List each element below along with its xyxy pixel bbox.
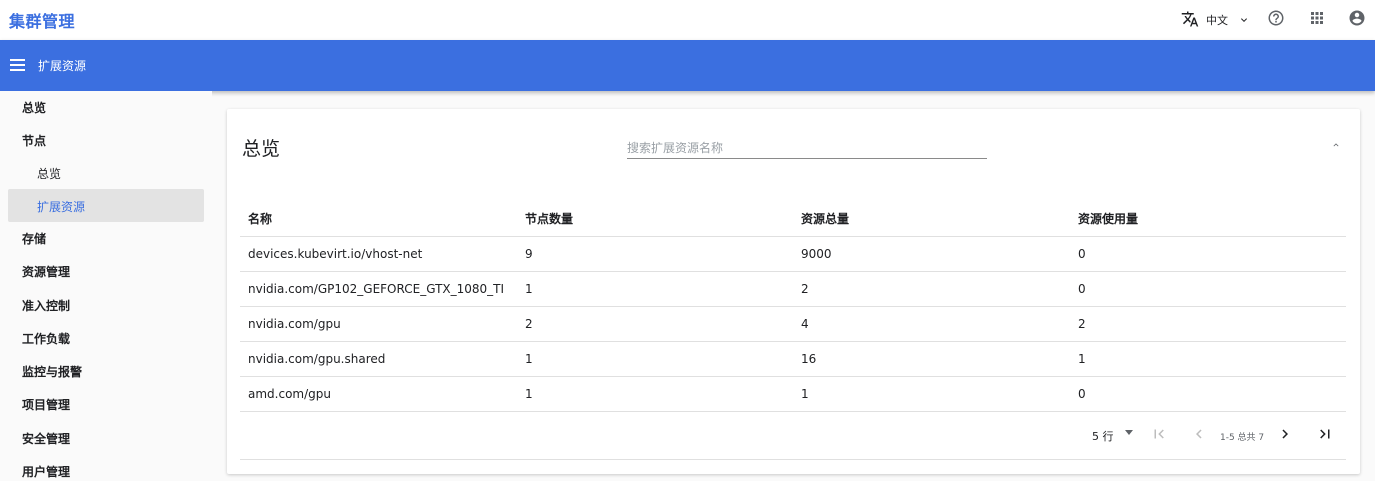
sidebar: 总览 节点 总览 扩展资源 存储 资源管理 准入控制 工作负载 监控与报警 项目…: [0, 91, 212, 481]
last-page-icon[interactable]: [1315, 425, 1335, 443]
sidebar-item-label: 安全管理: [22, 432, 71, 446]
page-title: 扩展资源: [38, 59, 87, 73]
apps-grid-icon[interactable]: [1308, 9, 1326, 27]
divider: [240, 459, 1346, 460]
cell-usage: 2: [1070, 306, 1346, 342]
cell-name: nvidia.com/gpu.shared: [240, 341, 517, 377]
cell-name: nvidia.com/GP102_GEFORCE_GTX_1080_TI: [240, 271, 517, 307]
cell-usage: 0: [1070, 376, 1346, 412]
pagination: 5 行 1-5 总共 7: [227, 419, 1360, 449]
sidebar-item-label: 用户管理: [22, 465, 71, 479]
cell-total: 1: [793, 376, 1070, 412]
language-label: 中文: [1206, 14, 1228, 27]
cell-node-count: 1: [517, 376, 793, 412]
cell-total: 16: [793, 341, 1070, 377]
sidebar-item-label: 准入控制: [22, 299, 71, 313]
resources-table: 名称 节点数量 资源总量 资源使用量 devices.kubevirt.io/v…: [240, 201, 1346, 412]
column-header-node-count[interactable]: 节点数量: [517, 201, 793, 237]
first-page-icon[interactable]: [1149, 425, 1169, 443]
table-header-row: 名称 节点数量 资源总量 资源使用量: [240, 201, 1346, 237]
sidebar-item-label: 总览: [37, 167, 62, 181]
cell-node-count: 1: [517, 341, 793, 377]
column-header-total[interactable]: 资源总量: [793, 201, 1070, 237]
cell-node-count: 2: [517, 306, 793, 342]
sidebar-item-label: 节点: [22, 134, 47, 148]
column-header-name[interactable]: 名称: [240, 201, 517, 237]
cell-total: 4: [793, 306, 1070, 342]
table-row[interactable]: nvidia.com/gpu.shared 1 16 1: [240, 341, 1346, 377]
previous-page-icon[interactable]: [1189, 425, 1209, 443]
sidebar-item-label: 监控与报警: [22, 365, 83, 379]
overview-card: 总览 名称 节点数量 资源总量 资源使用量 devices.kubevirt.i…: [227, 109, 1360, 474]
cell-name: amd.com/gpu: [240, 376, 517, 412]
next-page-icon[interactable]: [1275, 425, 1295, 443]
table-row[interactable]: nvidia.com/GP102_GEFORCE_GTX_1080_TI 1 2…: [240, 271, 1346, 307]
dropdown-caret-icon[interactable]: [1125, 430, 1133, 435]
translate-icon: [1181, 11, 1199, 27]
top-bar: 集群管理 中文: [0, 0, 1375, 40]
app-title[interactable]: 集群管理: [9, 8, 75, 32]
cell-usage: 0: [1070, 236, 1346, 272]
column-header-usage[interactable]: 资源使用量: [1070, 201, 1346, 237]
sidebar-item-label: 项目管理: [22, 398, 71, 412]
chevron-up-icon[interactable]: [1329, 140, 1343, 150]
cell-total: 9000: [793, 236, 1070, 272]
page-header: 扩展资源: [0, 40, 1375, 91]
table-row[interactable]: nvidia.com/gpu 2 4 2: [240, 306, 1346, 342]
cell-node-count: 1: [517, 271, 793, 307]
menu-icon[interactable]: [10, 59, 25, 71]
cell-total: 2: [793, 271, 1070, 307]
chevron-down-icon: [1241, 18, 1247, 22]
sidebar-item-label: 资源管理: [22, 265, 71, 279]
table-row[interactable]: amd.com/gpu 1 1 0: [240, 376, 1346, 412]
sidebar-item-label: 扩展资源: [37, 200, 86, 214]
cell-node-count: 9: [517, 236, 793, 272]
cell-usage: 1: [1070, 341, 1346, 377]
card-title: 总览: [242, 138, 281, 160]
rows-per-page-select[interactable]: 5 行: [1092, 428, 1114, 444]
cell-usage: 0: [1070, 271, 1346, 307]
account-icon[interactable]: [1348, 9, 1366, 27]
sidebar-item-label: 工作负载: [22, 332, 71, 346]
search-input[interactable]: [627, 137, 987, 159]
page-range: 1-5 总共 7: [1220, 433, 1265, 443]
help-icon[interactable]: [1267, 9, 1285, 27]
sidebar-item-label: 总览: [22, 101, 47, 115]
language-switcher[interactable]: 中文: [1181, 9, 1251, 29]
table-row[interactable]: devices.kubevirt.io/vhost-net 9 9000 0: [240, 236, 1346, 272]
cell-name: devices.kubevirt.io/vhost-net: [240, 236, 517, 272]
cell-name: nvidia.com/gpu: [240, 306, 517, 342]
sidebar-item-label: 存储: [22, 232, 47, 246]
